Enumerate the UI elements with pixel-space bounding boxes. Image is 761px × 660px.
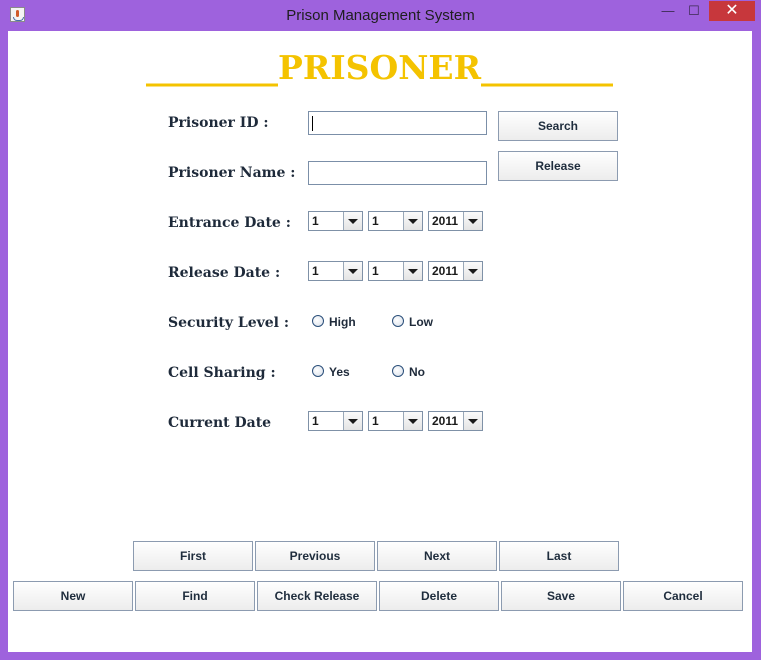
current-year-value: 2011 (432, 414, 459, 428)
chevron-down-icon[interactable] (403, 212, 422, 230)
close-icon[interactable]: ✕ (709, 1, 755, 21)
entrance-date-label: Entrance Date : (168, 215, 291, 231)
cell-sharing-yes-label[interactable]: Yes (329, 365, 350, 379)
prisoner-name-input[interactable] (308, 161, 487, 185)
security-high-radio[interactable] (312, 315, 324, 327)
current-year-select[interactable]: 2011 (428, 411, 483, 431)
chevron-down-icon[interactable] (463, 212, 482, 230)
security-high-label[interactable]: High (329, 315, 356, 329)
entrance-year-select[interactable]: 2011 (428, 211, 483, 231)
prisoner-name-label: Prisoner Name : (168, 165, 296, 181)
first-button[interactable]: First (133, 541, 253, 571)
chevron-down-icon[interactable] (403, 262, 422, 280)
previous-button[interactable]: Previous (255, 541, 375, 571)
entrance-day-select[interactable]: 1 (308, 211, 363, 231)
current-day-value: 1 (312, 414, 319, 428)
find-button[interactable]: Find (135, 581, 255, 611)
release-day-value: 1 (312, 264, 319, 278)
entrance-year-value: 2011 (432, 214, 459, 228)
prisoner-id-label: Prisoner ID : (168, 115, 269, 131)
window-title: Prison Management System (286, 7, 475, 24)
chevron-down-icon[interactable] (343, 212, 362, 230)
entrance-day-value: 1 (312, 214, 319, 228)
release-day-select[interactable]: 1 (308, 261, 363, 281)
page-title: ________PRISONER________ (146, 48, 613, 87)
current-date-label: Current Date (168, 415, 272, 431)
release-year-select[interactable]: 2011 (428, 261, 483, 281)
current-day-select[interactable]: 1 (308, 411, 363, 431)
entrance-month-select[interactable]: 1 (368, 211, 423, 231)
security-level-label: Security Level : (168, 315, 290, 331)
delete-button[interactable]: Delete (379, 581, 499, 611)
cell-sharing-no-radio[interactable] (392, 365, 404, 377)
release-year-value: 2011 (432, 264, 459, 278)
release-month-select[interactable]: 1 (368, 261, 423, 281)
chevron-down-icon[interactable] (463, 262, 482, 280)
check-release-button[interactable]: Check Release (257, 581, 377, 611)
cancel-button[interactable]: Cancel (623, 581, 743, 611)
chevron-down-icon[interactable] (343, 412, 362, 430)
cell-sharing-yes-radio[interactable] (312, 365, 324, 377)
cell-sharing-label: Cell Sharing : (168, 365, 276, 381)
minimize-icon[interactable]: — (656, 1, 680, 21)
chevron-down-icon[interactable] (343, 262, 362, 280)
prisoner-id-input[interactable] (308, 111, 487, 135)
current-month-select[interactable]: 1 (368, 411, 423, 431)
text-caret (312, 116, 313, 131)
last-button[interactable]: Last (499, 541, 619, 571)
security-low-radio[interactable] (392, 315, 404, 327)
maximize-icon[interactable]: ☐ (682, 1, 706, 21)
title-bar[interactable]: Prison Management System — ☐ ✕ (0, 0, 761, 31)
save-button[interactable]: Save (501, 581, 621, 611)
release-button[interactable]: Release (498, 151, 618, 181)
cell-sharing-no-label[interactable]: No (409, 365, 425, 379)
new-button[interactable]: New (13, 581, 133, 611)
search-button[interactable]: Search (498, 111, 618, 141)
entrance-month-value: 1 (372, 214, 379, 228)
security-low-label[interactable]: Low (409, 315, 433, 329)
release-date-label: Release Date : (168, 265, 281, 281)
chevron-down-icon[interactable] (403, 412, 422, 430)
chevron-down-icon[interactable] (463, 412, 482, 430)
current-month-value: 1 (372, 414, 379, 428)
next-button[interactable]: Next (377, 541, 497, 571)
release-month-value: 1 (372, 264, 379, 278)
